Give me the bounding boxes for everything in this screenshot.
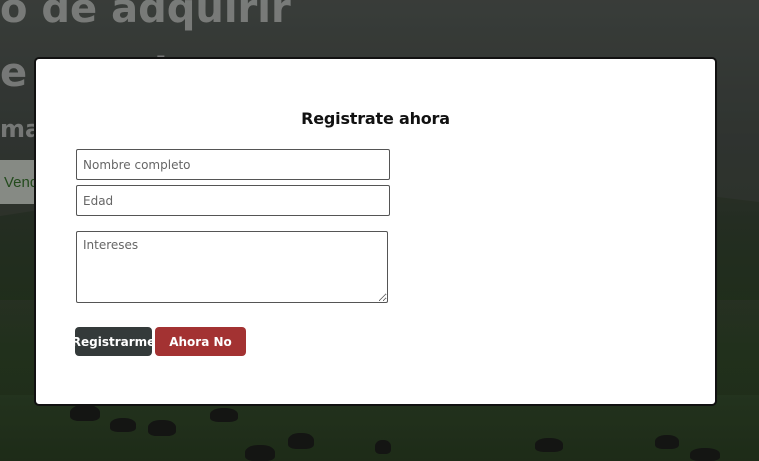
not-now-button[interactable]: Ahora No (155, 327, 246, 356)
age-input[interactable] (76, 185, 390, 216)
interests-textarea[interactable] (76, 231, 388, 303)
register-button[interactable]: Registrarme (72, 327, 155, 356)
full-name-input[interactable] (76, 149, 390, 180)
register-modal: Registrate ahora Registrarme Ahora No (34, 57, 717, 406)
modal-title: Registrate ahora (301, 109, 450, 128)
